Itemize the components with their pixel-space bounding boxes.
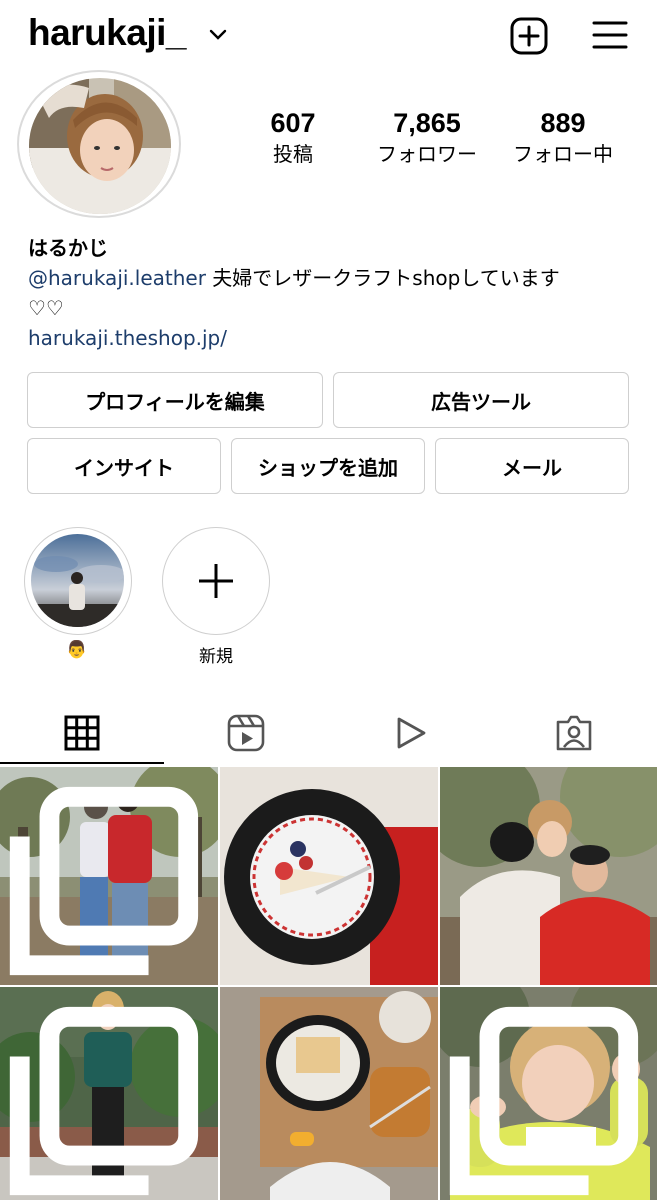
- following-number: 889: [540, 108, 586, 138]
- tab-grid[interactable]: [0, 706, 164, 760]
- highlight-label-1: 👨: [66, 640, 88, 660]
- avatar-photo: [29, 78, 171, 214]
- video-icon: [397, 717, 426, 749]
- chevron-down-icon[interactable]: [208, 28, 228, 42]
- add-shop-button[interactable]: ショップを追加: [231, 438, 425, 494]
- tab-reels[interactable]: [164, 706, 328, 760]
- active-tab-indicator: [0, 762, 164, 764]
- insights-button[interactable]: インサイト: [27, 438, 221, 494]
- bio-hearts: ♡♡: [28, 296, 64, 320]
- bio-mention-link[interactable]: @harukaji.leather: [28, 266, 206, 290]
- posts-label: 投稿: [273, 142, 313, 166]
- following-count[interactable]: 889 フォロー中: [498, 108, 628, 168]
- followers-number: 7,865: [393, 108, 461, 138]
- tab-tagged[interactable]: [492, 706, 656, 760]
- bio-website-link[interactable]: harukaji.theshop.jp/: [28, 324, 638, 352]
- bio-description: 夫婦でレザークラフトshopしています: [205, 266, 560, 290]
- post-thumbnail[interactable]: [0, 987, 218, 1200]
- plus-icon: [199, 564, 233, 598]
- highlight-cover: [31, 534, 124, 627]
- new-post-icon[interactable]: [510, 17, 548, 55]
- username-switcher[interactable]: harukaji_: [28, 12, 186, 54]
- profile-avatar[interactable]: [17, 70, 181, 218]
- reels-icon: [227, 714, 265, 752]
- posts-count[interactable]: 607 投稿: [228, 108, 358, 168]
- edit-profile-button[interactable]: プロフィールを編集: [27, 372, 323, 428]
- display-name: はるかじ: [28, 236, 108, 260]
- tagged-icon: [556, 715, 592, 751]
- following-label: フォロー中: [513, 142, 613, 166]
- story-highlight[interactable]: [24, 527, 132, 635]
- tab-videos[interactable]: [328, 706, 492, 760]
- profile-header: harukaji_: [0, 0, 657, 74]
- followers-label: フォロワー: [377, 142, 477, 166]
- followers-count[interactable]: 7,865 フォロワー: [362, 108, 492, 168]
- new-highlight-label: 新規: [199, 647, 233, 667]
- post-thumbnail[interactable]: [0, 767, 218, 985]
- posts-number: 607: [270, 108, 316, 138]
- new-highlight-button[interactable]: [162, 527, 270, 635]
- post-thumbnail[interactable]: [220, 987, 438, 1200]
- post-thumbnail[interactable]: [440, 767, 657, 985]
- post-thumbnail[interactable]: [440, 987, 657, 1200]
- bio-text: @harukaji.leather 夫婦でレザークラフトshopしています: [28, 264, 638, 292]
- ad-tools-button[interactable]: 広告ツール: [333, 372, 629, 428]
- multi-post-icon: [9, 786, 199, 976]
- email-button[interactable]: メール: [435, 438, 629, 494]
- menu-icon[interactable]: [592, 19, 628, 51]
- multi-post-icon: [9, 1006, 199, 1196]
- post-thumbnail[interactable]: [220, 767, 438, 985]
- grid-icon: [64, 715, 100, 751]
- multi-post-icon: [449, 1006, 639, 1196]
